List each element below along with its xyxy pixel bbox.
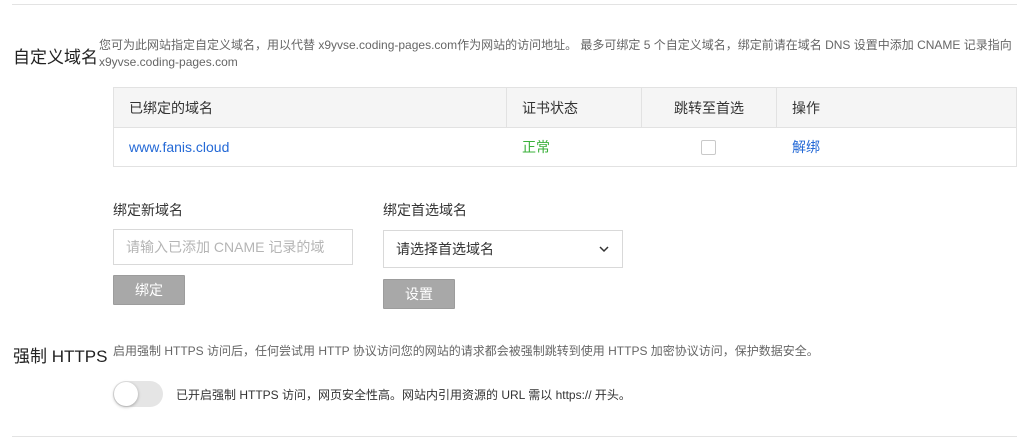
bind-button[interactable]: 绑定 xyxy=(113,275,185,305)
preferred-domain-select[interactable]: 请选择首选域名 xyxy=(383,230,623,268)
redirect-checkbox[interactable] xyxy=(701,139,716,155)
chevron-down-icon xyxy=(599,246,609,253)
toggle-knob xyxy=(114,382,138,406)
header-action: 操作 xyxy=(792,99,820,116)
top-divider xyxy=(12,4,1017,5)
header-cert-status: 证书状态 xyxy=(522,99,578,116)
domain-link[interactable]: www.fanis.cloud xyxy=(129,128,229,166)
new-domain-input[interactable] xyxy=(113,229,353,265)
bind-new-domain-label: 绑定新域名 xyxy=(113,202,183,218)
set-preferred-button[interactable]: 设置 xyxy=(383,279,455,309)
redirect-checkbox-cell xyxy=(701,128,716,166)
https-description: 启用强制 HTTPS 访问后，任何尝试用 HTTP 协议访问您的网站的请求都会被… xyxy=(113,344,819,358)
header-separator xyxy=(776,88,777,128)
header-separator xyxy=(506,88,507,128)
unbind-link[interactable]: 解绑 xyxy=(792,128,820,166)
custom-domain-description: 您可为此网站指定自定义域名，用以代替 x9yvse.coding-pages.c… xyxy=(99,38,1012,69)
bound-domains-table: 已绑定的域名 证书状态 跳转至首选 操作 www.fanis.cloud 正常 … xyxy=(113,87,1017,167)
header-domain: 已绑定的域名 xyxy=(129,99,213,116)
https-title: 强制 HTTPS xyxy=(13,347,108,366)
force-https-toggle[interactable] xyxy=(113,381,163,407)
force-https-toggle-text: 已开启强制 HTTPS 访问，网页安全性高。网站内引用资源的 URL 需以 ht… xyxy=(176,388,631,402)
header-separator xyxy=(641,88,642,128)
table-header: 已绑定的域名 证书状态 跳转至首选 操作 xyxy=(114,88,1016,128)
preferred-domain-selected: 请选择首选域名 xyxy=(396,241,494,257)
header-redirect: 跳转至首选 xyxy=(674,99,744,116)
table-row: www.fanis.cloud 正常 解绑 xyxy=(114,128,1016,166)
cert-status: 正常 xyxy=(522,139,550,155)
custom-domain-title: 自定义域名 xyxy=(13,48,98,67)
bottom-divider xyxy=(12,436,1017,437)
preferred-domain-label: 绑定首选域名 xyxy=(383,202,467,218)
